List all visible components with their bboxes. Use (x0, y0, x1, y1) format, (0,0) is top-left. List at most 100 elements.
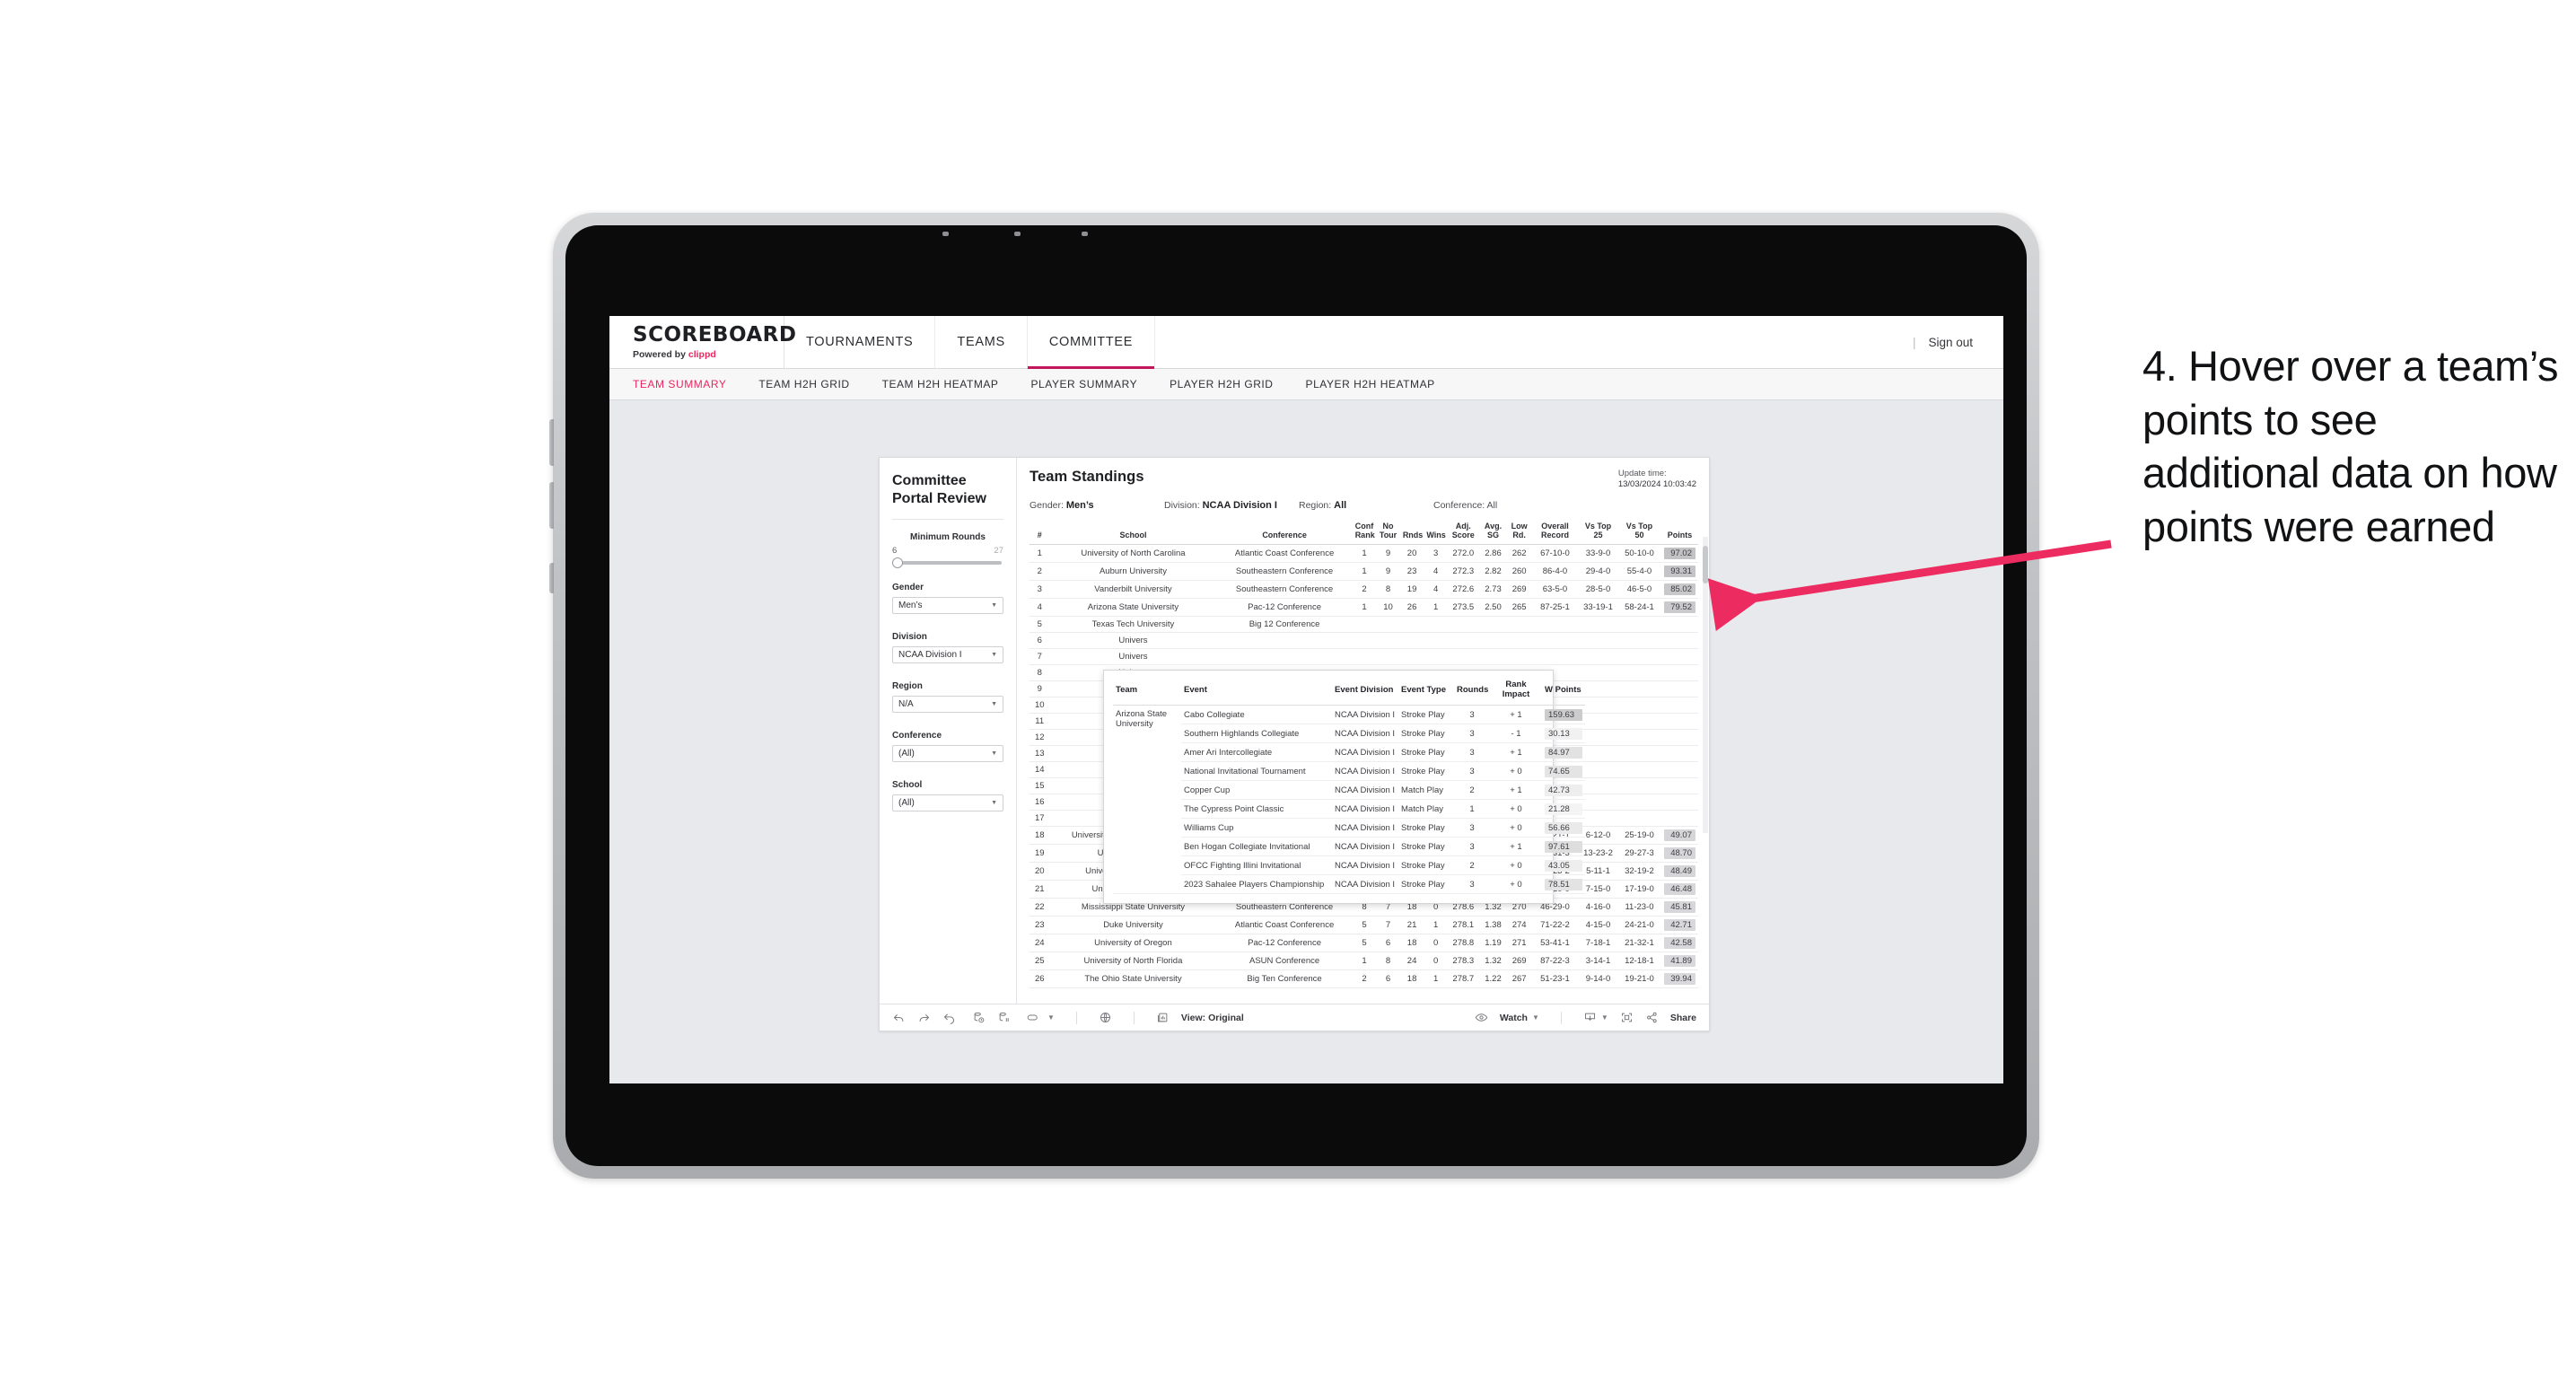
cell-points[interactable] (1661, 729, 1698, 746)
cell-conf (1216, 632, 1353, 649)
redo-icon[interactable] (917, 1011, 931, 1024)
page-title: Team Standings (1030, 469, 1144, 485)
filter-conference-select[interactable]: (All) ▼ (892, 745, 1003, 763)
cell-rank: 17 (1030, 810, 1050, 827)
cell-points[interactable]: 41.89 (1661, 952, 1698, 970)
fullscreen-icon[interactable] (1620, 1011, 1634, 1024)
col-overall-record[interactable]: Overall Record (1530, 518, 1580, 545)
col-no-tour[interactable]: No Tour (1376, 518, 1400, 545)
world-icon[interactable] (1099, 1011, 1112, 1024)
minimum-rounds-slider[interactable] (892, 557, 1002, 569)
col-low-rd[interactable]: Low Rd. (1507, 518, 1531, 545)
slider-handle[interactable] (892, 557, 903, 569)
table-row[interactable]: 7 Univers (1030, 648, 1698, 665)
tab-player-h2h-heatmap[interactable]: PLAYER H2H HEATMAP (1306, 378, 1435, 390)
download-chevron-down-icon[interactable]: ▼ (1601, 1013, 1608, 1022)
view-original-icon[interactable] (1156, 1011, 1170, 1024)
download-icon[interactable] (1583, 1011, 1597, 1024)
refresh-data-icon[interactable] (972, 1011, 986, 1024)
cell-points[interactable]: 48.70 (1661, 844, 1698, 863)
cell-lowrd (1507, 632, 1531, 649)
col-school[interactable]: School (1049, 518, 1217, 545)
cell-rnds (1399, 632, 1424, 649)
table-row[interactable]: 25 University of North Florida ASUN Confer… (1030, 952, 1698, 970)
col-avg-sg[interactable]: Avg. SG (1478, 518, 1508, 545)
volume-button-up[interactable] (549, 419, 554, 466)
tooltip-cell-type: Stroke Play (1398, 724, 1454, 743)
cell-notour (1376, 616, 1400, 633)
table-row[interactable]: 4 Arizona State University Pac-12 Conferen… (1030, 598, 1698, 617)
view-original-label[interactable]: View: Original (1181, 1013, 1244, 1023)
chevron-down-icon: ▼ (991, 652, 997, 659)
filters-sidebar: Committee Portal Review Minimum Rounds 6… (880, 458, 1017, 1004)
watch-chevron-down-icon[interactable]: ▼ (1532, 1013, 1539, 1022)
col-rank[interactable]: # (1030, 518, 1050, 545)
col-conf-rank[interactable]: Conf Rank (1352, 518, 1377, 545)
table-row[interactable]: 26 The Ohio State University Big Ten Confe… (1030, 969, 1698, 988)
table-row[interactable]: 6 Univers (1030, 632, 1698, 649)
custom-view-icon[interactable] (1026, 1011, 1041, 1024)
tab-player-summary[interactable]: PLAYER SUMMARY (1031, 378, 1138, 390)
undo-icon[interactable] (892, 1011, 906, 1024)
cell-t50 (1617, 697, 1661, 714)
cell-t50 (1617, 648, 1661, 665)
custom-view-chevron-down-icon[interactable]: ▼ (1047, 1013, 1055, 1022)
tooltip-cell-wpoints: 84.97 (1542, 742, 1585, 762)
cell-wins: 1 (1424, 598, 1448, 617)
nav-item-teams[interactable]: TEAMS (935, 316, 1028, 368)
cell-points[interactable] (1661, 810, 1698, 827)
cell-points[interactable]: 45.81 (1661, 898, 1698, 917)
col-conference[interactable]: Conference (1216, 518, 1353, 545)
power-button[interactable] (549, 563, 554, 593)
table-row[interactable]: 3 Vanderbilt University Southeastern Confe… (1030, 580, 1698, 599)
filter-gender-select[interactable]: Men’s ▼ (892, 597, 1003, 615)
tab-team-h2h-heatmap[interactable]: TEAM H2H HEATMAP (882, 378, 999, 390)
tab-team-summary[interactable]: TEAM SUMMARY (633, 378, 726, 390)
col-vs-top-50[interactable]: Vs Top 50 (1617, 518, 1661, 545)
filter-division-select[interactable]: NCAA Division I ▼ (892, 646, 1003, 664)
table-row[interactable]: 24 University of Oregon Pac-12 Conference 5… (1030, 934, 1698, 952)
share-icon[interactable] (1645, 1011, 1659, 1024)
volume-button-down[interactable] (549, 482, 554, 529)
cell-points[interactable] (1661, 680, 1698, 697)
share-label[interactable]: Share (1670, 1013, 1696, 1023)
col-vs-top-25[interactable]: Vs Top 25 (1579, 518, 1617, 545)
tab-team-h2h-grid[interactable]: TEAM H2H GRID (758, 378, 849, 390)
filter-school-select[interactable]: (All) ▼ (892, 794, 1003, 812)
cell-points[interactable]: 42.58 (1661, 934, 1698, 952)
cell-points[interactable] (1661, 777, 1698, 794)
cell-points[interactable] (1661, 745, 1698, 762)
cell-points[interactable] (1661, 794, 1698, 811)
cell-points[interactable] (1661, 713, 1698, 730)
pause-updates-icon[interactable] (997, 1011, 1011, 1024)
nav-item-committee[interactable]: COMMITTEE (1027, 316, 1156, 369)
tooltip-cell-type: Stroke Play (1398, 705, 1454, 724)
cell-confrank: 2 (1352, 969, 1377, 988)
col-adj-score[interactable]: Adj. Score (1447, 518, 1479, 545)
cell-points[interactable]: 46.48 (1661, 880, 1698, 899)
revert-icon[interactable] (942, 1011, 956, 1024)
cell-points[interactable] (1661, 761, 1698, 778)
col-no-tour-l2: Tour (1379, 530, 1398, 539)
watch-label[interactable]: Watch (1500, 1013, 1528, 1023)
nav-item-tournaments[interactable]: TOURNAMENTS (784, 316, 936, 368)
cell-points[interactable]: 39.94 (1661, 969, 1698, 988)
tooltip-row: OFCC Fighting Illini Invitational NCAA Di… (1113, 855, 1585, 875)
cell-points[interactable]: 48.49 (1661, 862, 1698, 881)
cell-points[interactable] (1661, 697, 1698, 714)
filter-region-select[interactable]: N/A ▼ (892, 696, 1003, 714)
tab-player-h2h-grid[interactable]: PLAYER H2H GRID (1170, 378, 1273, 390)
cell-t25: 7-18-1 (1579, 934, 1617, 952)
cell-points[interactable]: 49.07 (1661, 826, 1698, 845)
table-row[interactable]: 1 University of North Carolina Atlantic Co… (1030, 544, 1698, 563)
brand-logo[interactable]: SCOREBOARD Powered by clippd (609, 316, 796, 368)
table-row[interactable]: 23 Duke University Atlantic Coast Conferen… (1030, 916, 1698, 934)
table-row[interactable]: 2 Auburn University Southeastern Conferenc… (1030, 562, 1698, 581)
watch-icon[interactable] (1475, 1011, 1488, 1024)
col-wins[interactable]: Wins (1424, 518, 1448, 545)
cell-points[interactable]: 42.71 (1661, 916, 1698, 934)
col-rnds[interactable]: Rnds (1399, 518, 1424, 545)
cell-notour: 7 (1376, 916, 1400, 934)
sign-out-link[interactable]: Sign out (1928, 336, 1973, 349)
table-row[interactable]: 5 Texas Tech University Big 12 Conference (1030, 616, 1698, 633)
